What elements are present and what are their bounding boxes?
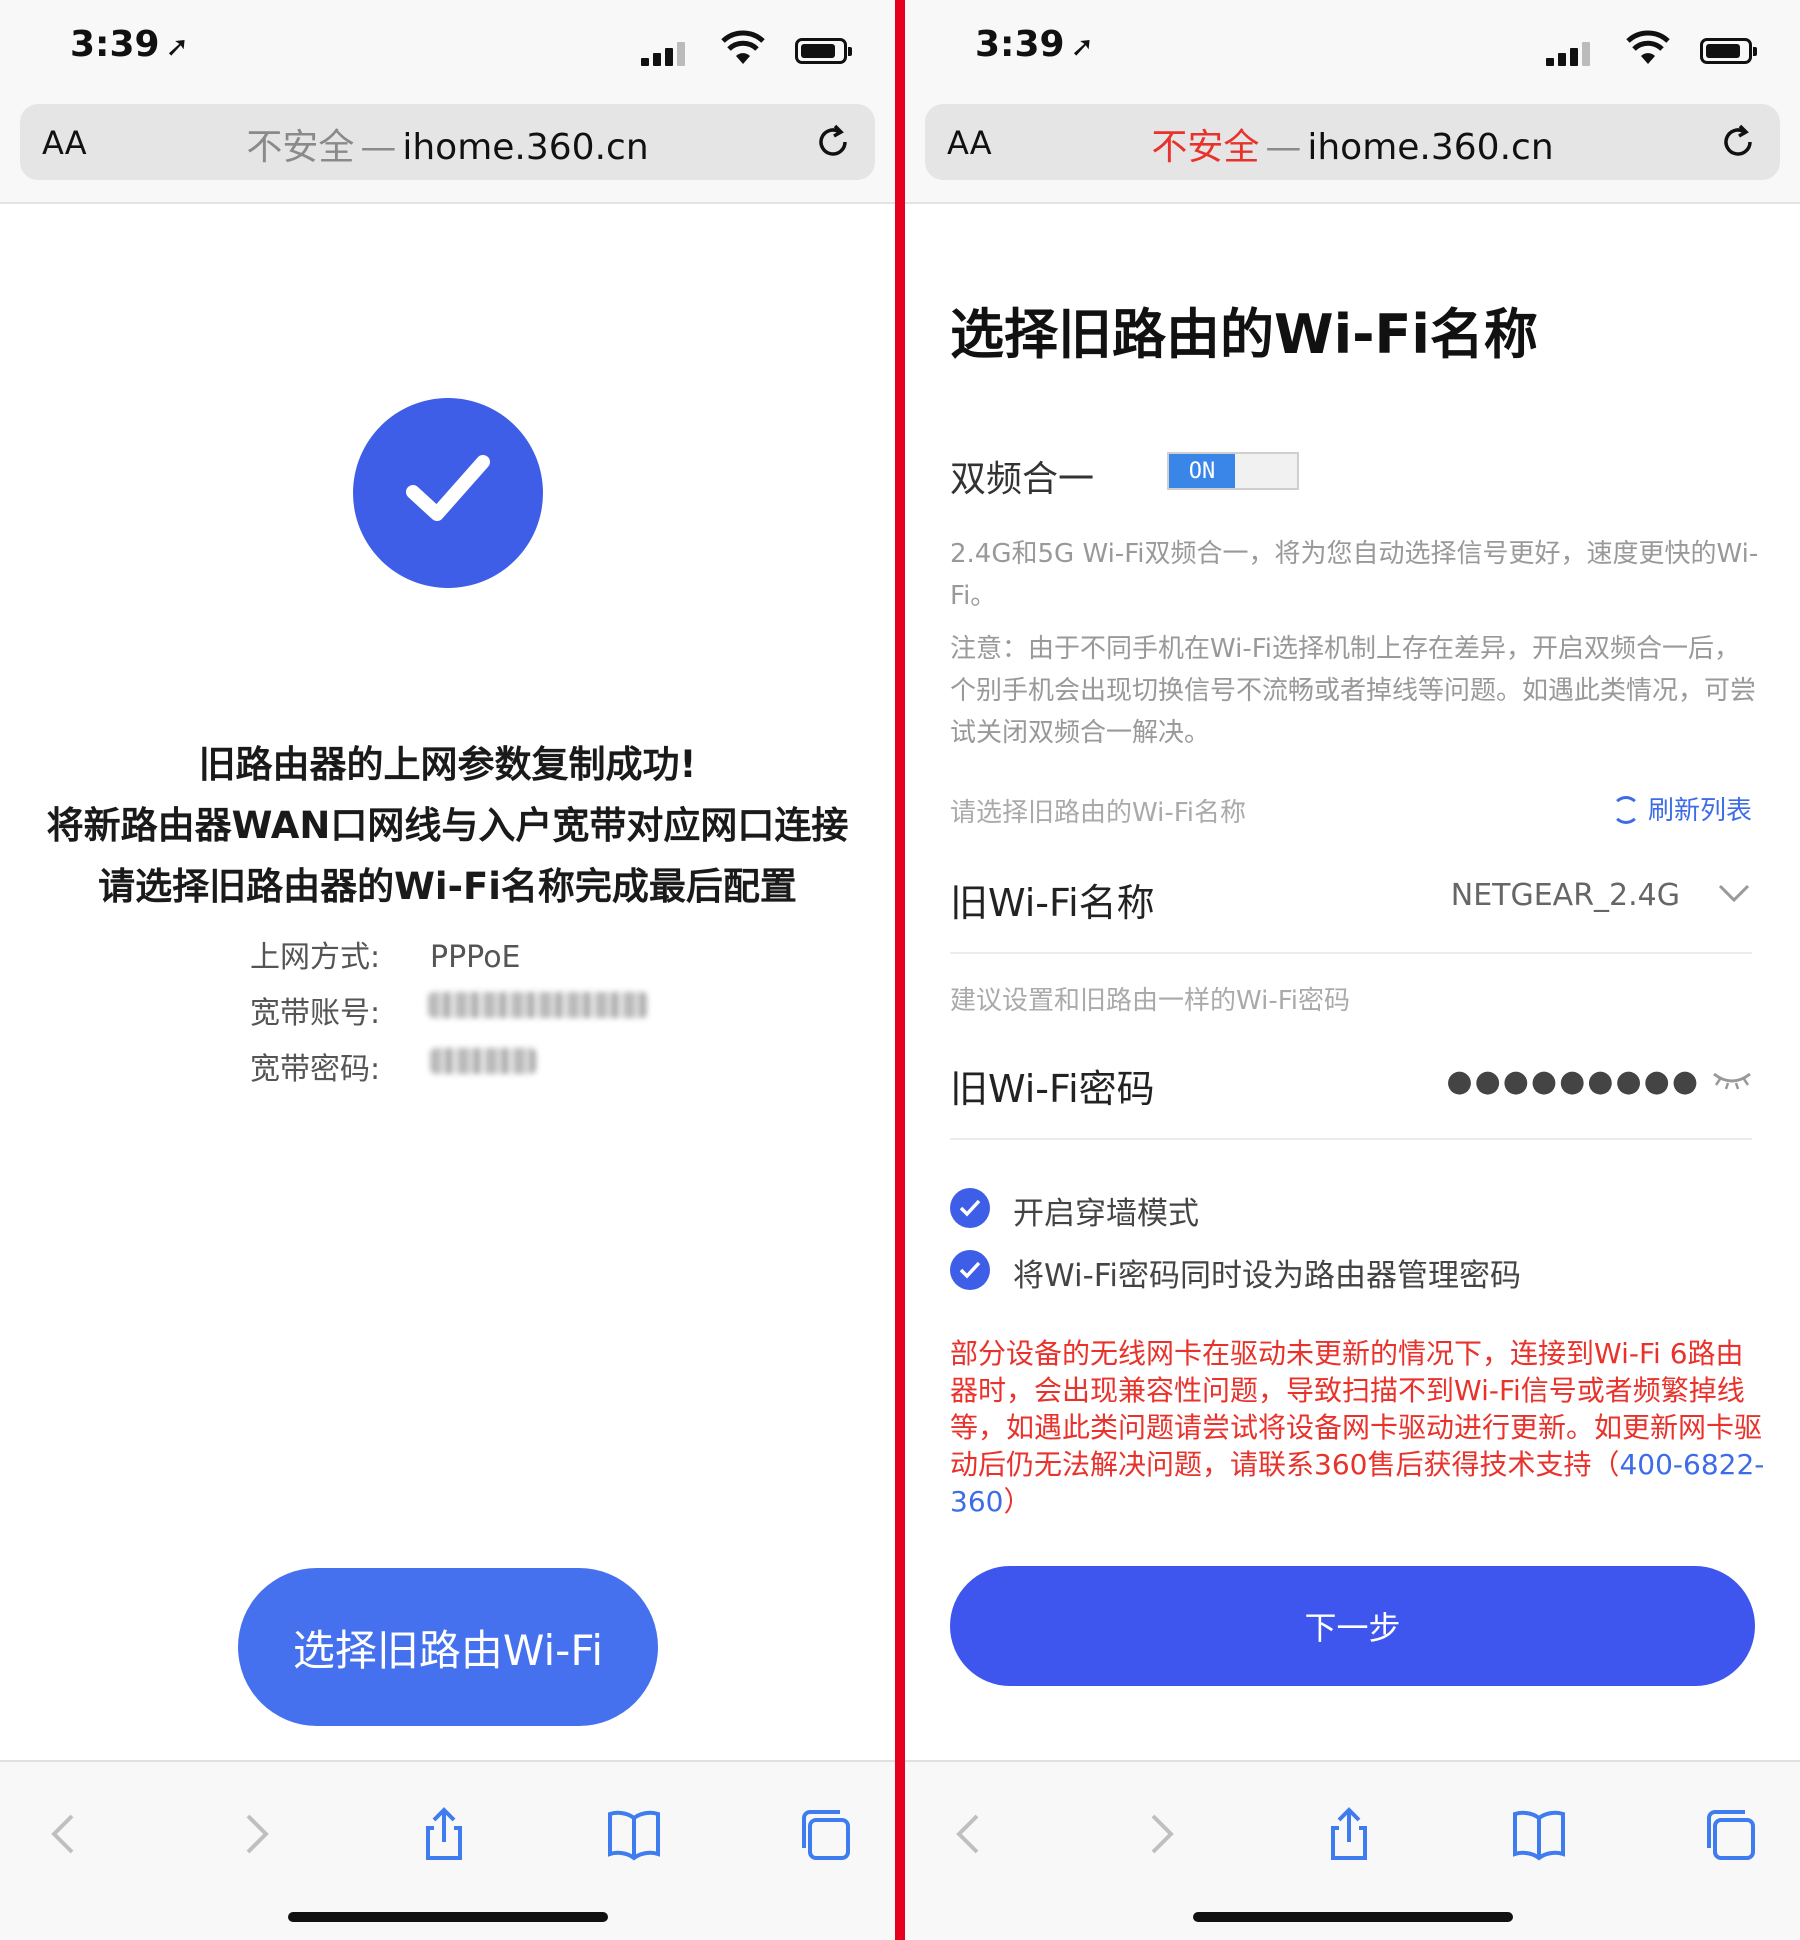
address-bar-container: AA 不安全 — ihome.360.cn — [905, 100, 1800, 204]
divider-line — [950, 1138, 1752, 1140]
wall-penetration-checkbox[interactable] — [950, 1188, 990, 1228]
select-old-router-wifi-button[interactable]: 选择旧路由Wi-Fi — [238, 1568, 658, 1726]
info-label: 宽带账号: — [250, 996, 381, 1031]
success-message-line-3: 请选择旧路由器的Wi-Fi名称完成最后配置 — [98, 865, 797, 908]
tabs-icon[interactable] — [796, 1804, 856, 1864]
wifi-icon — [721, 30, 765, 64]
address-bar[interactable]: AA 不安全 — ihome.360.cn — [20, 104, 875, 180]
insecure-label: 不安全 — [1151, 127, 1260, 168]
signal-icon — [641, 42, 685, 66]
checkmark-icon — [406, 455, 490, 521]
checkmark-icon — [959, 1199, 981, 1217]
location-arrow-icon: ➚ — [165, 30, 190, 63]
browser-toolbar — [0, 1760, 895, 1940]
info-label: 宽带密码: — [250, 1052, 381, 1087]
dual-band-note: 注意：由于不同手机在Wi-Fi选择机制上存在差异，开启双频合一后，个别手机会出现… — [950, 634, 1757, 748]
old-wifi-name-label: 旧Wi-Fi名称 — [950, 881, 1155, 925]
browser-toolbar — [905, 1760, 1800, 1940]
home-indicator — [1192, 1912, 1513, 1922]
dual-band-toggle[interactable]: ON — [1167, 452, 1299, 490]
status-time: 3:39 ➚ — [70, 24, 190, 65]
next-step-button[interactable]: 下一步 — [950, 1566, 1755, 1686]
dual-band-description: 2.4G和5G Wi-Fi双频合一，将为您自动选择信号更好，速度更快的Wi-Fi… — [950, 539, 1759, 611]
old-wifi-name-select[interactable]: NETGEAR_2.4G — [1451, 878, 1680, 913]
chevron-down-icon[interactable] — [1716, 876, 1752, 912]
domain-text: ihome.360.cn — [1307, 127, 1554, 168]
divider-line — [950, 952, 1752, 954]
blurred-password-value — [430, 1048, 536, 1074]
password-hint: 建议设置和旧路由一样的Wi-Fi密码 — [950, 986, 1351, 1016]
insecure-label: 不安全 — [246, 127, 355, 168]
panel-divider — [895, 0, 905, 1940]
admin-password-checkbox[interactable] — [950, 1250, 990, 1290]
forward-icon[interactable] — [226, 1804, 286, 1864]
screenshot-root: 3:39 ➚ AA 不安全 — ihome.360.cn 旧路由器的上网参数复制成功!… — [0, 0, 1800, 1940]
warning-close-paren: ） — [1003, 1485, 1032, 1518]
domain-text: ihome.360.cn — [402, 127, 649, 168]
success-check-badge — [353, 398, 543, 588]
info-row-password: 宽带密码: — [250, 1044, 430, 1088]
left-phone-screen: 3:39 ➚ AA 不安全 — ihome.360.cn 旧路由器的上网参数复制成功!… — [0, 0, 895, 1940]
status-time: 3:39 ➚ — [975, 24, 1095, 65]
reload-icon[interactable] — [1718, 122, 1758, 162]
address-bar-container: AA 不安全 — ihome.360.cn — [0, 100, 895, 204]
tabs-icon[interactable] — [1701, 1804, 1761, 1864]
share-icon[interactable] — [414, 1804, 474, 1864]
success-message-line-2: 将新路由器WAN口网线与入户宽带对应网口连接 — [46, 804, 849, 847]
old-wifi-password-input[interactable]: ●●●●●●●●● — [1446, 1064, 1700, 1099]
old-wifi-password-label: 旧Wi-Fi密码 — [950, 1067, 1155, 1111]
url-display[interactable]: 不安全 — ihome.360.cn — [20, 118, 875, 170]
refresh-icon — [1611, 796, 1640, 824]
bookmarks-icon[interactable] — [604, 1804, 664, 1864]
signal-icon — [1546, 42, 1590, 66]
info-label: 上网方式: — [250, 940, 381, 975]
info-value: PPPoE — [430, 940, 521, 975]
refresh-list-button[interactable]: 刷新列表 — [1611, 790, 1752, 827]
url-display[interactable]: 不安全 — ihome.360.cn — [925, 118, 1780, 170]
location-arrow-icon: ➚ — [1070, 30, 1095, 63]
page-title: 选择旧路由的Wi-Fi名称 — [950, 303, 1538, 366]
home-indicator — [287, 1912, 608, 1922]
reload-icon[interactable] — [813, 122, 853, 162]
battery-icon — [795, 38, 852, 64]
forward-icon[interactable] — [1131, 1804, 1191, 1864]
refresh-list-label: 刷新列表 — [1647, 796, 1752, 826]
status-bar: 3:39 ➚ — [0, 0, 895, 100]
back-icon[interactable] — [939, 1804, 999, 1864]
wifi-icon — [1626, 30, 1670, 64]
info-row-connection-type: 上网方式: PPPoE — [250, 932, 521, 976]
back-icon[interactable] — [34, 1804, 94, 1864]
battery-icon — [1700, 38, 1757, 64]
select-wifi-hint: 请选择旧路由的Wi-Fi名称 — [950, 798, 1247, 828]
wall-penetration-label: 开启穿墙模式 — [1013, 1196, 1199, 1232]
admin-password-label: 将Wi-Fi密码同时设为路由器管理密码 — [1013, 1258, 1521, 1294]
info-row-account: 宽带账号: — [250, 988, 430, 1032]
success-message-line-1: 旧路由器的上网参数复制成功! — [198, 743, 697, 786]
bookmarks-icon[interactable] — [1509, 1804, 1569, 1864]
compatibility-warning: 部分设备的无线网卡在驱动未更新的情况下，连接到Wi-Fi 6路由器时，会出现兼容… — [950, 1335, 1770, 1520]
dual-band-label: 双频合一 — [950, 459, 1095, 500]
blurred-account-value — [428, 992, 648, 1018]
eye-closed-icon[interactable] — [1712, 1070, 1752, 1090]
toggle-on-text: ON — [1169, 454, 1235, 488]
right-phone-screen: 3:39 ➚ AA 不安全 — ihome.360.cn 选择旧路由的Wi-Fi名称 … — [905, 0, 1800, 1940]
checkmark-icon — [959, 1261, 981, 1279]
share-icon[interactable] — [1319, 1804, 1379, 1864]
status-bar: 3:39 ➚ — [905, 0, 1800, 100]
address-bar[interactable]: AA 不安全 — ihome.360.cn — [925, 104, 1780, 180]
